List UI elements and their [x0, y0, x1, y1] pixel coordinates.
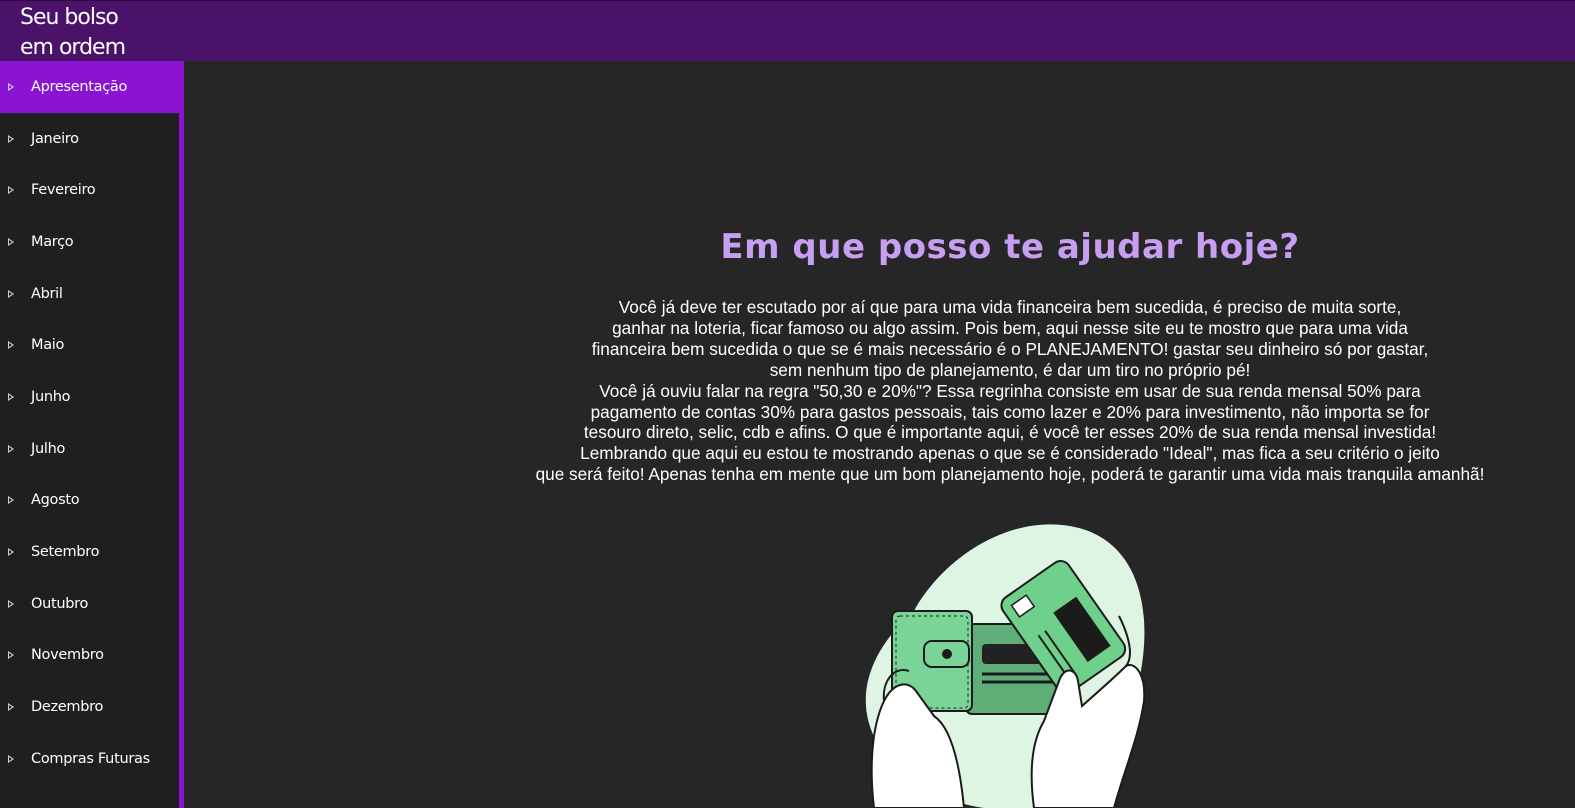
sidebar-item-outubro[interactable]: Outubro: [0, 578, 179, 630]
sidebar-item-fevereiro[interactable]: Fevereiro: [0, 164, 179, 216]
top-header: Seu bolso em ordem: [0, 0, 1575, 61]
page-title: Em que posso te ajudar hoje?: [720, 227, 1300, 267]
triangle-right-icon: [8, 237, 14, 246]
brand-line-2: em ordem: [20, 35, 126, 60]
sidebar-item-agosto[interactable]: Agosto: [0, 475, 179, 527]
sidebar-item-janeiro[interactable]: Janeiro: [0, 113, 179, 165]
intro-paragraph: Você já deve ter escutado por aí que par…: [184, 297, 1575, 485]
sidebar-item-label: Setembro: [31, 544, 100, 561]
triangle-right-icon: [8, 651, 14, 660]
triangle-right-icon: [8, 82, 14, 91]
sidebar-item-label: Janeiro: [31, 130, 79, 147]
sidebar-item-label: Dezembro: [31, 699, 104, 716]
sidebar-item-maio[interactable]: Maio: [0, 319, 179, 371]
sidebar-item-label: Maio: [31, 337, 65, 354]
triangle-right-icon: [8, 289, 14, 298]
sidebar-item-junho[interactable]: Junho: [0, 371, 179, 423]
sidebar-item-label: Agosto: [31, 492, 80, 509]
sidebar-item-label: Novembro: [31, 647, 104, 664]
intro-line: Você já ouviu falar na regra "50,30 e 20…: [599, 380, 1421, 401]
sidebar-item-label: Abril: [31, 285, 63, 302]
sidebar-item-label: Apresentação: [31, 78, 128, 95]
sidebar-item-label: Outubro: [31, 595, 89, 612]
sidebar-item-julho[interactable]: Julho: [0, 423, 179, 475]
intro-line: ganhar na loteria, ficar famoso ou algo …: [612, 317, 1408, 338]
sidebar-item-apresentacao[interactable]: Apresentação: [0, 61, 184, 113]
triangle-right-icon: [8, 599, 14, 608]
sidebar-item-marco[interactable]: Março: [0, 216, 179, 268]
sidebar-item-label: Junho: [31, 388, 71, 405]
wallet-credit-card-illustration: [865, 524, 1146, 808]
triangle-right-icon: [8, 703, 14, 712]
sidebar-item-abril[interactable]: Abril: [0, 268, 179, 320]
intro-line: sem nenhum tipo de planejamento, é dar u…: [769, 359, 1251, 380]
sidebar-item-label: Julho: [31, 440, 66, 457]
sidebar-item-label: Fevereiro: [31, 182, 96, 199]
triangle-right-icon: [8, 496, 14, 505]
intro-line: pagamento de contas 30% para gastos pess…: [590, 401, 1430, 422]
triangle-right-icon: [8, 134, 14, 143]
triangle-right-icon: [8, 754, 14, 763]
triangle-right-icon: [8, 186, 14, 195]
brand-logo-text[interactable]: Seu bolso em ordem: [20, 3, 126, 63]
intro-line: financeira bem sucedida o que se é mais …: [591, 338, 1429, 359]
triangle-right-icon: [8, 341, 14, 350]
intro-line: Lembrando que aqui eu estou te mostrando…: [580, 443, 1440, 464]
sidebar-item-setembro[interactable]: Setembro: [0, 526, 179, 578]
sidebar-item-label: Março: [31, 233, 74, 250]
triangle-right-icon: [8, 444, 14, 453]
sidebar-item-dezembro[interactable]: Dezembro: [0, 681, 179, 733]
intro-line: tesouro direto, selic, cdb e afins. O qu…: [583, 422, 1437, 443]
brand-line-1: Seu bolso: [20, 5, 119, 30]
intro-line: que será feito! Apenas tenha em mente qu…: [535, 464, 1485, 485]
intro-line: Você já deve ter escutado por aí que par…: [618, 297, 1402, 317]
sidebar-nav: Apresentação Janeiro Fevereiro Março Abr…: [0, 61, 184, 808]
sidebar-item-compras-futuras[interactable]: Compras Futuras: [0, 733, 179, 785]
triangle-right-icon: [8, 548, 14, 557]
sidebar-item-novembro[interactable]: Novembro: [0, 630, 179, 682]
triangle-right-icon: [8, 392, 14, 401]
main-content: Em que posso te ajudar hoje? Você já dev…: [184, 61, 1575, 808]
sidebar-item-label: Compras Futuras: [31, 750, 150, 767]
